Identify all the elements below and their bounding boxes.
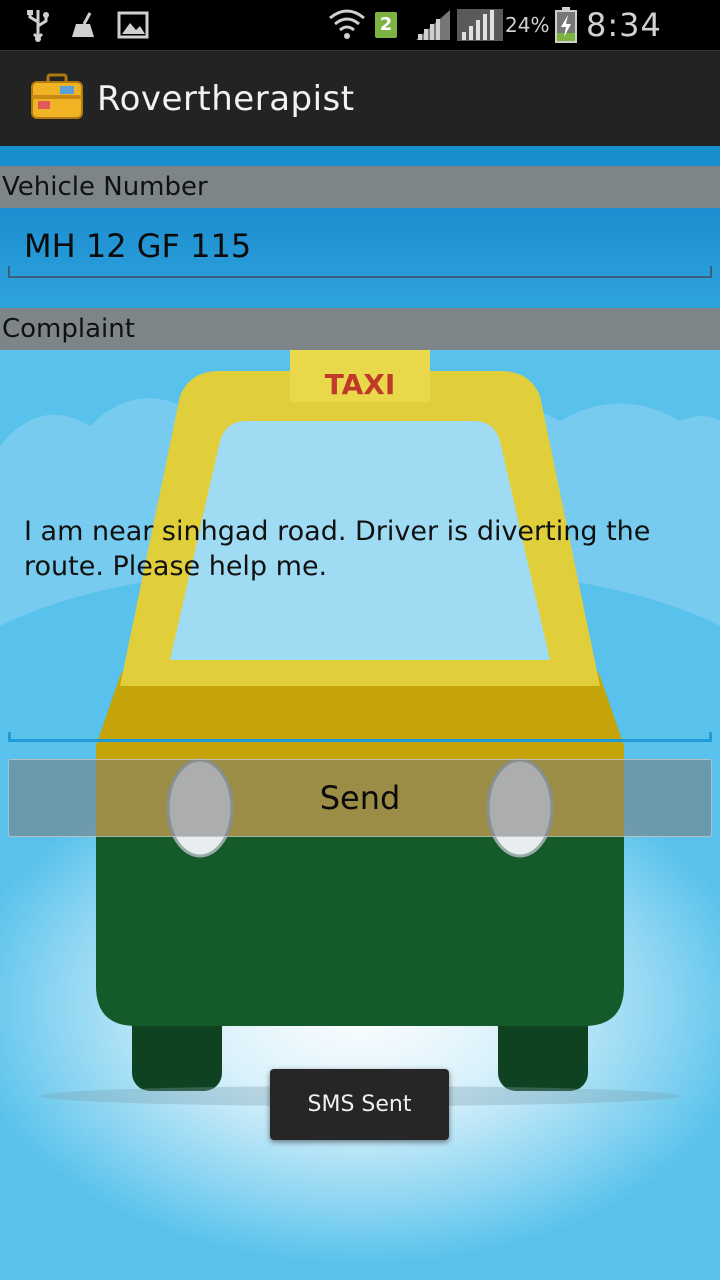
top-accent-strip xyxy=(0,146,720,166)
complaint-input[interactable]: I am near sinhgad road. Driver is divert… xyxy=(8,506,712,742)
complaint-underline xyxy=(8,739,712,742)
vehicle-number-input[interactable] xyxy=(8,216,712,278)
taxi-sign-text: TAXI xyxy=(325,368,396,401)
gallery-icon xyxy=(116,8,150,42)
suitcase-icon[interactable] xyxy=(30,73,84,121)
vehicle-number-label: Vehicle Number xyxy=(0,166,720,208)
action-bar: Rovertherapist xyxy=(0,50,720,146)
sim-slot-badge: 2 xyxy=(374,8,398,42)
vehicle-input-edge-right xyxy=(710,266,712,278)
signal-full-icon xyxy=(456,8,504,42)
clock: 8:34 PM xyxy=(586,6,662,94)
vehicle-input-edge-left xyxy=(8,266,10,278)
battery-charging-icon xyxy=(554,7,578,43)
status-bar: 2 24% 8:34 PM xyxy=(0,0,720,94)
complaint-edge-left xyxy=(8,732,11,742)
battery-percent: 24% xyxy=(505,13,550,37)
usb-icon xyxy=(24,8,52,42)
app-title: Rovertherapist xyxy=(97,79,355,119)
cleanup-icon xyxy=(70,8,100,42)
send-button[interactable]: Send xyxy=(8,759,712,837)
wifi-icon xyxy=(328,8,366,42)
sms-sent-toast: SMS Sent xyxy=(270,1069,449,1140)
complaint-label: Complaint xyxy=(0,308,720,350)
complaint-edge-right xyxy=(709,732,712,742)
main-content: TAXI Vehicle Number Complaint I am near … xyxy=(0,146,720,1280)
signal-icon xyxy=(414,8,452,42)
